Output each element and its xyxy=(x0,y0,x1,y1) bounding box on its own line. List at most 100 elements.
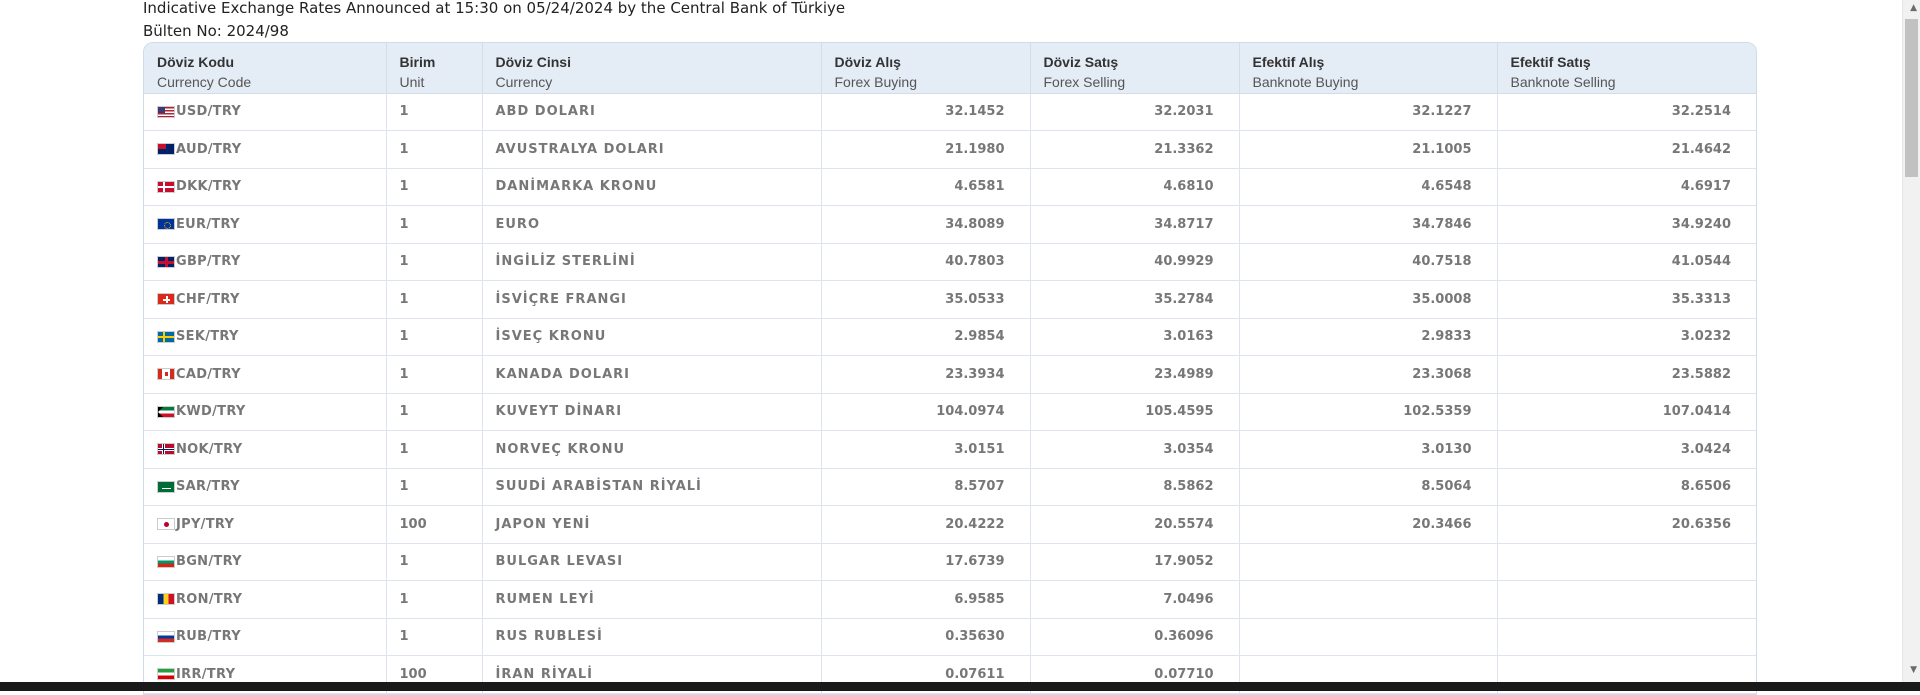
unit-cell: 1 xyxy=(386,580,483,619)
table-row: BGN/TRY 1 BULGAR LEVASI 17.6739 17.9052 xyxy=(144,543,1756,581)
forex-selling-cell: 3.0163 xyxy=(1030,318,1240,356)
currency-code-link[interactable]: GBP/TRY xyxy=(176,254,241,269)
column-header-forex-buying[interactable]: Döviz Alış Forex Buying xyxy=(821,43,1031,94)
banknote-buying-cell: 102.5359 xyxy=(1239,393,1498,431)
banknote-selling-cell: 32.2514 xyxy=(1497,93,1756,131)
currency-code-link[interactable]: AUD/TRY xyxy=(176,142,241,157)
banknote-selling-cell: 21.4642 xyxy=(1497,130,1756,169)
currency-code-cell: RUB/TRY xyxy=(144,618,387,656)
banknote-selling-cell xyxy=(1497,580,1756,619)
currency-code-link[interactable]: SEK/TRY xyxy=(176,329,239,344)
bg-flag-icon xyxy=(157,555,175,568)
banknote-buying-cell: 23.3068 xyxy=(1239,355,1498,394)
currency-code-link[interactable]: KWD/TRY xyxy=(176,404,246,419)
forex-selling-cell: 32.2031 xyxy=(1030,93,1240,131)
banknote-buying-cell xyxy=(1239,543,1498,581)
forex-selling-cell: 40.9929 xyxy=(1030,243,1240,281)
banknote-selling-cell: 8.6506 xyxy=(1497,468,1756,506)
currency-code-cell: AUD/TRY xyxy=(144,130,387,169)
us-flag-icon xyxy=(157,105,175,118)
unit-cell: 1 xyxy=(386,393,483,431)
currency-name-cell: JAPON YENİ xyxy=(482,505,822,544)
currency-code-cell: DKK/TRY xyxy=(144,168,387,206)
no-flag-icon xyxy=(157,443,175,456)
column-header-banknote-selling[interactable]: Efektif Satış Banknote Selling xyxy=(1497,43,1756,94)
currency-name-cell: EURO xyxy=(482,205,822,244)
unit-cell: 1 xyxy=(386,168,483,206)
currency-name-cell: NORVEÇ KRONU xyxy=(482,430,822,469)
forex-buying-cell: 17.6739 xyxy=(821,543,1031,581)
currency-code-link[interactable]: SAR/TRY xyxy=(176,479,240,494)
vertical-scrollbar[interactable]: ▲ ▼ xyxy=(1902,0,1920,691)
column-header-english: Banknote Selling xyxy=(1510,74,1616,90)
column-header-currency-code[interactable]: Döviz Kodu Currency Code xyxy=(144,43,387,94)
bulletin-number: Bülten No: 2024/98 xyxy=(143,22,289,40)
currency-name-cell: DANİMARKA KRONU xyxy=(482,168,822,206)
currency-code-link[interactable]: DKK/TRY xyxy=(176,179,241,194)
currency-name-cell: İSVİÇRE FRANGI xyxy=(482,280,822,319)
banknote-selling-cell: 3.0232 xyxy=(1497,318,1756,356)
currency-code-link[interactable]: JPY/TRY xyxy=(176,517,234,532)
exchange-rates-table: Döviz Kodu Currency Code Birim Unit Döviz Ci… xyxy=(144,43,1756,694)
currency-code-link[interactable]: RON/TRY xyxy=(176,592,242,607)
currency-code-link[interactable]: IRR/TRY xyxy=(176,667,235,682)
table-row: EUR/TRY 1 EURO 34.8089 34.8717 34.7846 34.9240 xyxy=(144,205,1756,244)
banknote-buying-cell: 20.3466 xyxy=(1239,505,1498,544)
currency-name-cell: RUS RUBLESİ xyxy=(482,618,822,656)
banknote-selling-cell: 107.0414 xyxy=(1497,393,1756,431)
currency-name-cell: İSVEÇ KRONU xyxy=(482,318,822,356)
currency-code-cell: EUR/TRY xyxy=(144,205,387,244)
currency-code-link[interactable]: EUR/TRY xyxy=(176,217,240,232)
table-row: USD/TRY 1 ABD DOLARI 32.1452 32.2031 32.1227 3… xyxy=(144,93,1756,131)
banknote-selling-cell: 3.0424 xyxy=(1497,430,1756,469)
table-row: SEK/TRY 1 İSVEÇ KRONU 2.9854 3.0163 2.9833 3.0… xyxy=(144,318,1756,356)
forex-selling-cell: 3.0354 xyxy=(1030,430,1240,469)
banknote-buying-cell: 35.0008 xyxy=(1239,280,1498,319)
banknote-buying-cell: 8.5064 xyxy=(1239,468,1498,506)
unit-cell: 1 xyxy=(386,280,483,319)
banknote-buying-cell xyxy=(1239,580,1498,619)
unit-cell: 1 xyxy=(386,355,483,394)
column-header-banknote-buying[interactable]: Efektif Alış Banknote Buying xyxy=(1239,43,1498,94)
forex-buying-cell: 23.3934 xyxy=(821,355,1031,394)
unit-cell: 1 xyxy=(386,618,483,656)
column-header-turkish: Efektif Alış xyxy=(1252,54,1325,70)
column-header-english: Currency Code xyxy=(157,74,252,90)
scrollbar-thumb[interactable] xyxy=(1905,19,1918,177)
forex-selling-cell: 4.6810 xyxy=(1030,168,1240,206)
banknote-selling-cell: 23.5882 xyxy=(1497,355,1756,394)
unit-cell: 1 xyxy=(386,543,483,581)
exchange-rates-table-container: Döviz Kodu Currency Code Birim Unit Döviz Ci… xyxy=(143,42,1757,695)
column-header-unit[interactable]: Birim Unit xyxy=(386,43,483,94)
forex-buying-cell: 6.9585 xyxy=(821,580,1031,619)
currency-code-link[interactable]: USD/TRY xyxy=(176,104,241,119)
currency-code-link[interactable]: CHF/TRY xyxy=(176,292,240,307)
table-row: GBP/TRY 1 İNGİLİZ STERLİNİ 40.7803 40.9929 40… xyxy=(144,243,1756,281)
kw-flag-icon xyxy=(157,405,175,418)
column-header-forex-selling[interactable]: Döviz Satış Forex Selling xyxy=(1030,43,1240,94)
currency-code-link[interactable]: CAD/TRY xyxy=(176,367,241,382)
column-header-currency[interactable]: Döviz Cinsi Currency xyxy=(482,43,822,94)
column-header-turkish: Döviz Alış xyxy=(834,54,901,70)
forex-buying-cell: 34.8089 xyxy=(821,205,1031,244)
column-header-english: Currency xyxy=(495,74,553,90)
forex-selling-cell: 20.5574 xyxy=(1030,505,1240,544)
column-header-english: Forex Selling xyxy=(1043,74,1126,90)
jp-flag-icon xyxy=(157,518,175,531)
table-row: CHF/TRY 1 İSVİÇRE FRANGI 35.0533 35.2784 35.0… xyxy=(144,280,1756,319)
table-header: Döviz Kodu Currency Code Birim Unit Döviz Ci… xyxy=(144,43,1756,94)
currency-code-cell: RON/TRY xyxy=(144,580,387,619)
currency-code-link[interactable]: NOK/TRY xyxy=(176,442,242,457)
column-header-english: Forex Buying xyxy=(834,74,917,90)
currency-code-link[interactable]: RUB/TRY xyxy=(176,629,241,644)
table-row: JPY/TRY 100 JAPON YENİ 20.4222 20.5574 20.346… xyxy=(144,505,1756,544)
column-header-turkish: Döviz Satış xyxy=(1043,54,1119,70)
table-row: RUB/TRY 1 RUS RUBLESİ 0.35630 0.36096 xyxy=(144,618,1756,656)
currency-code-link[interactable]: BGN/TRY xyxy=(176,554,242,569)
forex-selling-cell: 7.0496 xyxy=(1030,580,1240,619)
scroll-up-arrow-icon[interactable]: ▲ xyxy=(1910,3,1917,13)
currency-code-cell: CHF/TRY xyxy=(144,280,387,319)
ca-flag-icon xyxy=(157,368,175,381)
scroll-down-arrow-icon[interactable]: ▼ xyxy=(1910,665,1917,675)
forex-buying-cell: 8.5707 xyxy=(821,468,1031,506)
